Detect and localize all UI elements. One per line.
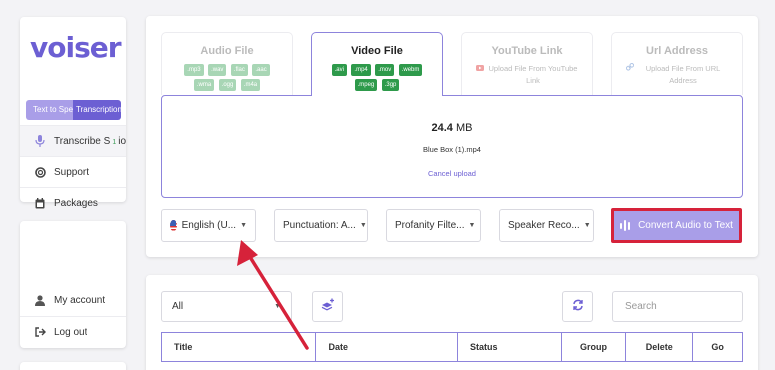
chevron-down-icon: ▼ <box>468 222 476 229</box>
cancel-upload-link[interactable]: Cancel upload <box>162 169 742 178</box>
convert-audio-to-text-button[interactable]: Convert Audio to Text <box>611 208 742 243</box>
toggle-text-to-speech[interactable]: Text to Speech <box>26 100 73 120</box>
column-group[interactable]: Group <box>562 333 627 361</box>
filter-value: All <box>172 301 184 312</box>
language-value: English (U... <box>181 220 237 231</box>
filter-select[interactable]: All ▼ <box>161 291 292 322</box>
youtube-icon <box>476 63 484 87</box>
punctuation-select[interactable]: Punctuation: A... ▼ <box>274 209 368 242</box>
column-title[interactable]: Title <box>162 333 317 361</box>
chevron-down-icon: ▼ <box>359 222 367 229</box>
mode-toggle[interactable]: Text to Speech Transcription <box>26 100 121 120</box>
tab-url-address[interactable]: Url Address Upload File From URL Address <box>611 32 743 95</box>
column-go[interactable]: Go <box>693 333 742 361</box>
sidebar-extra-card <box>20 362 126 370</box>
column-delete[interactable]: Delete <box>626 333 694 361</box>
format-badge: .m4a <box>240 79 261 91</box>
column-date[interactable]: Date <box>316 333 458 361</box>
chevron-down-icon: ▼ <box>583 222 591 229</box>
format-badge: .mov <box>375 64 395 76</box>
sidebar-item-transcribe[interactable]: Transcribe S 1 io <box>20 125 126 156</box>
sidebar-item-logout[interactable]: Log out <box>20 316 126 347</box>
tab-title: Url Address <box>646 45 708 57</box>
punctuation-value: Punctuation: A... <box>283 220 356 231</box>
file-name: Blue Box (1).mp4 <box>423 145 481 154</box>
language-select[interactable]: English (U... ▼ <box>161 209 256 242</box>
refresh-button[interactable] <box>562 291 593 322</box>
layers-plus-icon <box>321 298 335 316</box>
format-badge: .mp4 <box>351 64 371 76</box>
tab-title: YouTube Link <box>491 45 563 57</box>
format-list: .mp3 .wav .flac .aac .wma .ogg .m4a <box>174 62 280 92</box>
tab-video-file[interactable]: Video File .avi .mp4 .mov .webm .mpeg .3… <box>311 32 443 96</box>
sidebar-item-label: Packages <box>54 197 98 209</box>
sidebar-item-packages[interactable]: Packages <box>20 187 126 218</box>
refresh-icon <box>572 298 584 316</box>
tab-title: Audio File <box>200 45 254 57</box>
chevron-down-icon: ▼ <box>274 303 281 310</box>
calendar-icon <box>32 197 48 209</box>
format-badge: .wav <box>208 64 227 76</box>
sidebar-main-card: voiser Text to Speech Transcription Tran… <box>20 17 126 209</box>
tab-title: Video File <box>351 45 403 57</box>
sidebar-account-card: My account Log out <box>20 221 126 348</box>
sidebar-item-label: Log out <box>54 326 88 338</box>
us-flag-icon <box>170 220 177 231</box>
format-badge: .ogg <box>218 79 237 91</box>
new-folder-button[interactable] <box>312 291 343 322</box>
column-status[interactable]: Status <box>458 333 562 361</box>
format-badge: .webm <box>398 64 423 76</box>
toggle-transcription[interactable]: Transcription <box>73 100 121 120</box>
sidebar-item-label: My account <box>54 295 106 306</box>
tab-subtitle: Upload File From YouTube Link <box>488 64 578 85</box>
speaker-value: Speaker Reco... <box>508 220 580 231</box>
user-icon <box>32 295 48 306</box>
sidebar-item-label: Transcribe S 1 io <box>54 135 126 147</box>
sidebar-item-support[interactable]: Support <box>20 156 126 187</box>
table-header: Title Date Status Group Delete Go <box>161 332 743 362</box>
profanity-value: Profanity Filte... <box>395 220 465 231</box>
convert-label: Convert Audio to Text <box>638 220 733 231</box>
speaker-recognition-select[interactable]: Speaker Reco... ▼ <box>499 209 594 242</box>
search-input[interactable] <box>612 291 743 322</box>
profanity-filter-select[interactable]: Profanity Filte... ▼ <box>386 209 481 242</box>
file-dropzone[interactable]: 24.4 MB Blue Box (1).mp4 Cancel upload <box>161 95 743 198</box>
link-icon <box>625 62 635 87</box>
format-badge: .aac <box>252 64 270 76</box>
format-list: .avi .mp4 .mov .webm .mpeg .3gp <box>324 62 430 92</box>
format-badge: .mp3 <box>184 64 204 76</box>
tab-subtitle: Upload File From URL Address <box>645 64 721 85</box>
format-badge: .3gp <box>381 79 400 91</box>
tab-audio-file[interactable]: Audio File .mp3 .wav .flac .aac .wma .og… <box>161 32 293 95</box>
lifebuoy-icon <box>32 166 48 178</box>
chevron-down-icon: ▼ <box>240 222 247 229</box>
transcriptions-panel: All ▼ Title Date Status Group Delete Go <box>146 275 758 370</box>
format-badge: .mpeg <box>354 79 378 91</box>
voiser-logo[interactable]: voiser <box>30 31 122 64</box>
soundwave-icon <box>620 220 631 231</box>
format-badge: .wma <box>193 79 215 91</box>
sidebar-item-my-account[interactable]: My account <box>20 285 126 316</box>
upload-panel: Audio File .mp3 .wav .flac .aac .wma .og… <box>146 16 758 257</box>
file-size: 24.4 MB <box>431 122 473 134</box>
sidebar-item-label: Support <box>54 166 90 178</box>
format-badge: .flac <box>230 64 248 76</box>
microphone-icon <box>32 135 48 147</box>
tab-youtube-link[interactable]: YouTube Link Upload File From YouTube Li… <box>461 32 593 95</box>
new-badge: 1 <box>112 138 117 146</box>
format-badge: .avi <box>331 64 347 76</box>
logout-icon <box>32 327 48 337</box>
